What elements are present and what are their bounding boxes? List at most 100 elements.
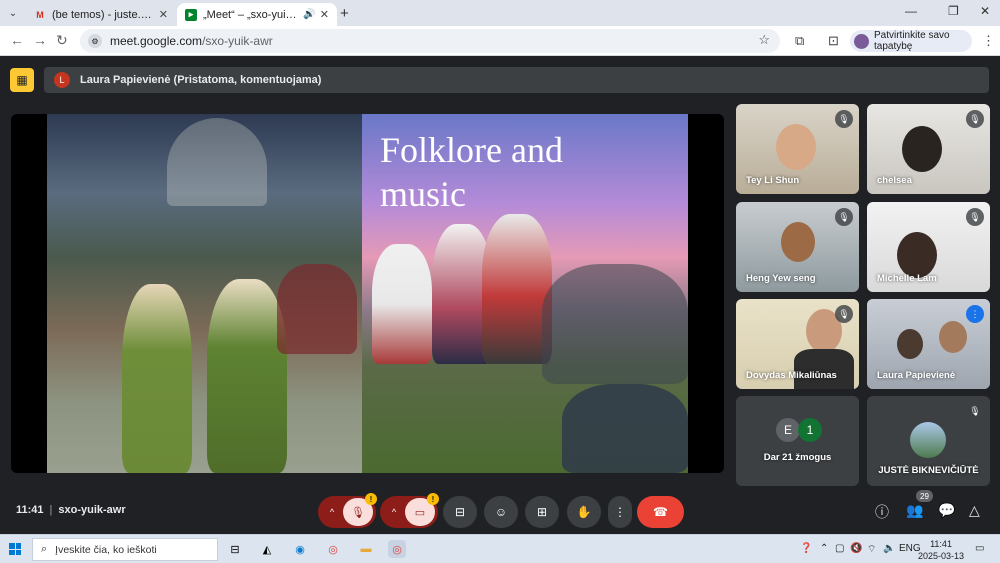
mic-off-icon: 🎙 [835, 305, 853, 323]
participant-tile[interactable]: 🎙 Dovydas Mikaliūnas [736, 299, 859, 389]
volume-icon[interactable]: 🔈 [883, 543, 895, 554]
close-tab-icon[interactable]: ✕ [159, 8, 168, 21]
participant-name: JUSTĖ BIKNEVIČIŪTĖ [878, 465, 979, 476]
activities-icon[interactable]: △ [969, 502, 980, 519]
task-view-icon[interactable]: ⊟ [226, 540, 244, 558]
gmail-icon: M [36, 9, 44, 20]
speaker-icon[interactable]: 🔊 [303, 9, 315, 20]
avatar [910, 422, 946, 458]
chrome-active-icon[interactable]: ◎ [388, 540, 406, 558]
captions-button[interactable]: ⊟ [443, 496, 477, 528]
dancer-figure [207, 279, 287, 473]
volume-muted-icon[interactable]: 🔇 [850, 543, 862, 554]
more-menu-icon[interactable]: ⋮ [982, 33, 995, 49]
participant-tile[interactable]: 🎙 Michelle Lam [867, 202, 990, 292]
tray-chevron-icon[interactable]: ⌃ [820, 543, 828, 554]
hangup-icon: ☎ [653, 505, 668, 519]
slide-title: Folklore and music [380, 128, 680, 216]
audience-foreground [562, 384, 688, 473]
slide-photo-left [47, 114, 362, 473]
mic-off-icon: 🎙 [966, 208, 984, 226]
notifications-icon[interactable]: ▭ [975, 543, 984, 554]
camera-options-chevron-icon[interactable]: ^ [383, 507, 405, 517]
address-bar[interactable]: ⚙ meet.google.com/sxo-yuik-awr ☆ [80, 29, 780, 53]
extensions-icon[interactable]: ⧉ [795, 33, 804, 49]
presentation-stage[interactable]: Folklore and music [11, 114, 724, 473]
separator: | [49, 504, 53, 516]
camera-tray-icon[interactable]: ▢ [835, 543, 844, 554]
url-host: meet.google.com [110, 34, 203, 48]
chrome-icon[interactable]: ◎ [324, 540, 342, 558]
search-icon: ⌕ [41, 543, 48, 555]
site-info-icon[interactable]: ⚙ [88, 34, 102, 48]
network-icon[interactable]: ⌔ [867, 543, 876, 556]
captions-icon: ⊟ [454, 505, 466, 519]
hand-icon: ✋ [576, 505, 592, 519]
avatar [854, 33, 869, 49]
close-tab-icon[interactable]: ✕ [320, 8, 329, 21]
participant-tile[interactable]: 🎙 Tey Li Shun [736, 104, 859, 194]
slide-title-line: Folklore and [380, 130, 563, 170]
participant-tile[interactable]: 🎙 JUSTĖ BIKNEVIČIŪTĖ [867, 396, 990, 486]
help-icon[interactable]: ❓ [800, 543, 812, 554]
crowd-figure [277, 264, 357, 354]
bookmark-star-icon[interactable]: ☆ [758, 32, 770, 48]
leave-call-button[interactable]: ☎ [637, 496, 684, 528]
taskbar-clock[interactable]: 11:41 2025-03-13 [918, 538, 964, 562]
slide-title-line: music [380, 174, 466, 214]
participant-name: chelsea [877, 175, 912, 186]
participant-face [897, 232, 937, 278]
mic-off-icon: 🎙 [835, 208, 853, 226]
meeting-time: 11:41 [16, 504, 44, 516]
tab-title: „Meet“ – „sxo-yuik-awr“ [203, 8, 299, 21]
participant-face [781, 222, 815, 262]
participant-name: Heng Yew seng [746, 273, 816, 284]
presenter-bar: L Laura Papievienė (Pristatoma, komentuo… [44, 67, 989, 93]
present-button[interactable]: ⊞ [525, 496, 559, 528]
participant-name: Dovydas Mikaliūnas [746, 370, 837, 381]
others-avatars: E 1 [776, 418, 822, 442]
speaking-indicator-icon: ⋮ [966, 305, 984, 323]
file-explorer-icon[interactable]: ▬ [357, 540, 375, 558]
edge-icon[interactable]: ◉ [291, 540, 309, 558]
participant-tile[interactable]: 🎙 Heng Yew seng [736, 202, 859, 292]
maximize-icon[interactable]: ❐ [948, 4, 959, 18]
tab-search-button[interactable]: ⌄ [4, 4, 22, 22]
search-placeholder: Įveskite čia, ko ieškoti [55, 543, 157, 556]
mic-options-chevron-icon[interactable]: ^ [321, 507, 343, 517]
tab-gmail[interactable]: M (be temos) - juste.bikneviciute@ ✕ [26, 3, 176, 26]
presentation-icon[interactable]: ▦ [10, 68, 34, 92]
participant-name: Tey Li Shun [746, 175, 800, 186]
people-icon[interactable]: 👥 [906, 502, 923, 519]
stage-arch [167, 118, 267, 206]
windows-start-icon[interactable] [9, 543, 21, 555]
chat-icon[interactable]: 💬 [938, 502, 955, 519]
clock-date: 2025-03-13 [918, 551, 965, 561]
reload-icon[interactable]: ↻ [56, 32, 68, 49]
new-tab-button[interactable]: + [340, 5, 349, 22]
tab-meet[interactable]: ▸ „Meet“ – „sxo-yuik-awr“ 🔊 ✕ [177, 3, 337, 26]
presenter-avatar: L [54, 72, 70, 88]
meeting-info: 11:41 | sxo-yuik-awr [16, 504, 126, 516]
minimize-icon[interactable]: — [905, 4, 917, 18]
reactions-button[interactable]: ☺ [484, 496, 518, 528]
screen-share-icon[interactable]: ⊡ [828, 33, 839, 49]
profile-verify-button[interactable]: Patvirtinkite savo tapatybę [850, 30, 972, 52]
more-options-button[interactable]: ⋮ [608, 496, 632, 528]
widgets-icon[interactable]: ◭ [258, 540, 276, 558]
participant-tile-active[interactable]: ⋮ Laura Papievienė [867, 299, 990, 389]
participant-name: Laura Papievienė [877, 370, 956, 381]
participant-tile[interactable]: 🎙 chelsea [867, 104, 990, 194]
browser-toolbar: ← → ↻ ⚙ meet.google.com/sxo-yuik-awr ☆ ⧉… [0, 26, 1000, 56]
participant-face [939, 321, 967, 353]
taskbar-search[interactable]: ⌕ Įveskite čia, ko ieškoti [32, 538, 218, 561]
forward-icon[interactable]: → [33, 32, 47, 48]
meeting-details-icon[interactable]: ⓘ [875, 502, 889, 522]
dancer-figure [372, 244, 432, 364]
back-icon[interactable]: ← [10, 32, 24, 48]
others-tile[interactable]: E 1 Dar 21 žmogus [736, 396, 859, 486]
browser-tab-strip: ⌄ M (be temos) - juste.bikneviciute@ ✕ ▸… [0, 0, 1000, 26]
participant-face [902, 126, 942, 172]
raise-hand-button[interactable]: ✋ [567, 496, 601, 528]
close-window-icon[interactable]: ✕ [980, 4, 990, 18]
